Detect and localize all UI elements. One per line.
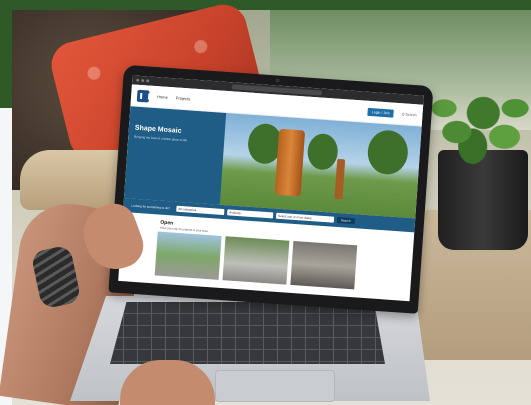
keyboard-rows [110, 302, 385, 364]
tree [306, 132, 339, 171]
project-thumbnail[interactable] [222, 236, 290, 285]
window-close-dot[interactable] [136, 78, 140, 82]
photo-scene: Home Projects Login / Join Q Search Shap… [0, 0, 531, 405]
left-green-bar [0, 10, 12, 108]
top-green-bar [0, 0, 531, 10]
potted-plant [425, 75, 531, 170]
sculpture [274, 128, 306, 197]
window-zoom-dot[interactable] [146, 79, 150, 83]
search-link[interactable]: Q Search [402, 112, 417, 117]
laptop-trackpad [215, 370, 335, 402]
header-spacer [198, 99, 360, 110]
date-select[interactable]: Select one or more dates [275, 212, 335, 223]
search-label: Looking for something to do? [131, 203, 171, 211]
search-button[interactable]: Search [336, 216, 355, 225]
laptop-lid: Home Projects Login / Join Q Search Shap… [108, 64, 434, 314]
login-button[interactable]: Login / Join [367, 107, 395, 118]
tree [366, 128, 410, 176]
nav-projects[interactable]: Projects [176, 95, 191, 101]
category-select[interactable]: All categories [176, 205, 225, 216]
sculpture [334, 158, 346, 200]
webcam [275, 78, 280, 83]
suburb-select[interactable]: Anybody [227, 209, 274, 219]
laptop-screen: Home Projects Login / Join Q Search Shap… [118, 75, 424, 302]
site-logo-icon[interactable] [136, 89, 150, 103]
project-thumbnail[interactable] [154, 231, 222, 280]
project-thumbnail[interactable] [290, 240, 358, 290]
nav-home[interactable]: Home [157, 94, 168, 100]
window-minimize-dot[interactable] [141, 78, 145, 83]
hero-text-panel: Shape Mosaic Bringing the best of a bett… [123, 106, 227, 205]
